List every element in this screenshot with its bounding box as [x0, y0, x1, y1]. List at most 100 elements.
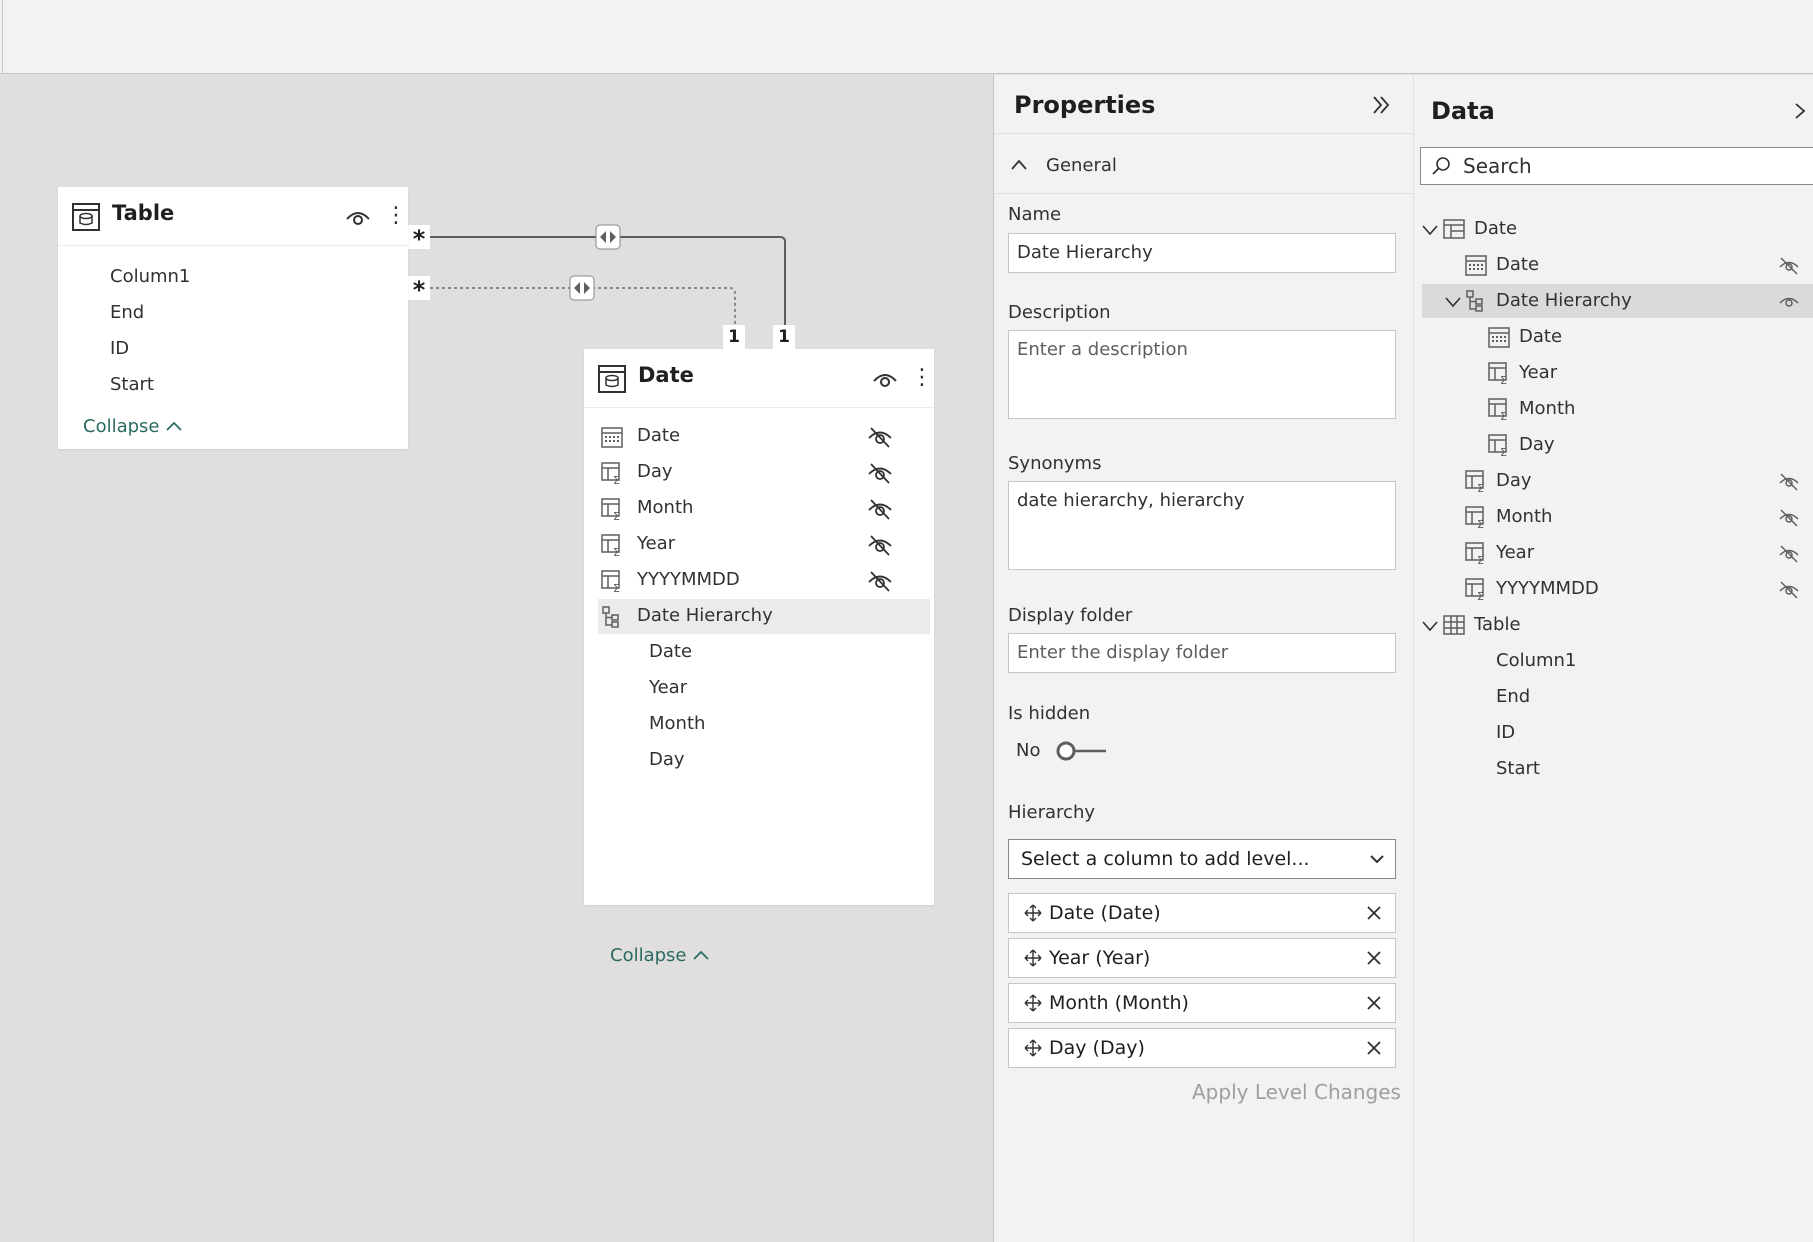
hierarchy-level-item[interactable]: Month (Month) — [1008, 983, 1396, 1023]
apply-level-changes-button[interactable]: Apply Level Changes — [1192, 1080, 1401, 1104]
hidden-eye-icon — [1779, 473, 1799, 491]
synonyms-input[interactable]: date hierarchy, hierarchy — [1008, 481, 1396, 570]
field-column1[interactable]: Column1 — [110, 266, 190, 287]
hierarchy-level-day[interactable]: Day — [649, 749, 685, 770]
chevron-up-icon — [693, 950, 709, 960]
search-placeholder: Search — [1463, 154, 1532, 178]
hierarchy-level-item[interactable]: Date (Date) — [1008, 893, 1396, 933]
hierarchy-level-label: Date (Date) — [1049, 902, 1161, 924]
date-card-title: Date — [638, 363, 694, 387]
svg-text:Σ: Σ — [1500, 410, 1507, 421]
name-label: Name — [1008, 204, 1062, 225]
date-card[interactable]: Date ⋮ Date Σ Day Σ Month Σ Year Σ YYYYM… — [584, 349, 934, 966]
eye-icon[interactable] — [1778, 292, 1800, 312]
eye-icon[interactable] — [872, 369, 898, 391]
tree-field-yyyymmdd[interactable]: YYYYMMDD — [1496, 578, 1599, 599]
eye-icon[interactable] — [345, 207, 371, 229]
field-date[interactable]: Date — [637, 425, 680, 446]
name-input[interactable]: Date Hierarchy — [1008, 233, 1396, 273]
is-hidden-toggle[interactable] — [1056, 739, 1108, 763]
field-id[interactable]: ID — [110, 338, 129, 359]
tree-level-day[interactable]: Day — [1519, 434, 1555, 455]
tree-field-end[interactable]: End — [1496, 686, 1530, 707]
tree-field-day[interactable]: Day — [1496, 470, 1532, 491]
collapse-pane-icon[interactable] — [1369, 93, 1393, 117]
chevron-down-icon[interactable] — [1421, 221, 1439, 239]
hierarchy-level-year[interactable]: Year — [649, 677, 687, 698]
tree-field-column1[interactable]: Column1 — [1496, 650, 1576, 671]
chevron-down-icon[interactable] — [1444, 293, 1462, 311]
move-icon[interactable] — [1023, 1038, 1043, 1058]
collapse-button[interactable]: Collapse — [610, 945, 710, 966]
chevron-down-icon[interactable] — [1421, 617, 1439, 635]
svg-text:Σ: Σ — [1500, 446, 1507, 457]
calculated-column-icon: Σ — [601, 534, 620, 557]
calculated-column-icon: Σ — [601, 570, 620, 593]
calendar-icon — [1465, 255, 1487, 276]
svg-text:Σ: Σ — [613, 474, 620, 485]
tree-field-year[interactable]: Year — [1496, 542, 1534, 563]
add-level-dropdown[interactable]: Select a column to add level... — [1008, 839, 1396, 879]
hidden-eye-icon — [868, 499, 892, 520]
crossfilter-bidirectional-icon — [569, 275, 595, 301]
close-icon[interactable] — [1365, 994, 1383, 1012]
display-folder-input[interactable]: Enter the display folder — [1008, 633, 1396, 673]
synonyms-label: Synonyms — [1008, 453, 1102, 474]
hierarchy-level-date[interactable]: Date — [649, 641, 692, 662]
tree-level-date[interactable]: Date — [1519, 326, 1562, 347]
tree-field-date-hierarchy[interactable]: Date Hierarchy — [1496, 290, 1632, 311]
close-icon[interactable] — [1365, 949, 1383, 967]
date-card-header[interactable]: Date ⋮ — [584, 349, 934, 408]
data-pane: Data Search Date Date Date Hierarchy Dat… — [1413, 75, 1813, 1242]
move-icon[interactable] — [1023, 993, 1043, 1013]
calendar-icon — [601, 427, 623, 448]
hidden-eye-icon — [868, 571, 892, 592]
cardinality-many-marker: * — [408, 225, 430, 253]
section-general[interactable]: General — [1046, 155, 1117, 176]
field-month[interactable]: Month — [637, 497, 693, 518]
field-start[interactable]: Start — [110, 374, 154, 395]
model-canvas[interactable]: * * 1 1 Table ⋮ Column1 End ID Start Col… — [0, 75, 993, 1242]
calculated-column-icon: Σ — [1488, 362, 1507, 385]
calculated-column-icon: Σ — [1488, 434, 1507, 457]
table-card[interactable]: Table ⋮ Column1 End ID Start Collapse — [58, 187, 408, 449]
tree-level-year[interactable]: Year — [1519, 362, 1557, 383]
table-icon — [598, 365, 626, 393]
collapse-button[interactable]: Collapse — [83, 416, 183, 437]
search-input[interactable]: Search — [1420, 147, 1813, 185]
is-hidden-value: No — [1016, 740, 1041, 761]
tree-level-month[interactable]: Month — [1519, 398, 1575, 419]
calculated-column-icon: Σ — [1488, 398, 1507, 421]
move-icon[interactable] — [1023, 948, 1043, 968]
chevron-up-icon[interactable] — [1009, 155, 1029, 175]
hierarchy-level-label: Day (Day) — [1049, 1037, 1145, 1059]
collapse-pane-icon[interactable] — [1790, 101, 1810, 121]
collapse-label: Collapse — [610, 945, 687, 966]
hidden-eye-icon — [1779, 581, 1799, 599]
move-icon[interactable] — [1023, 903, 1043, 923]
hierarchy-level-month[interactable]: Month — [649, 713, 705, 734]
field-yyyymmdd[interactable]: YYYYMMDD — [637, 569, 740, 590]
close-icon[interactable] — [1365, 1039, 1383, 1057]
field-date-hierarchy[interactable]: Date Hierarchy — [637, 605, 773, 626]
add-level-dropdown-value: Select a column to add level... — [1021, 848, 1310, 870]
calculated-column-icon: Σ — [601, 498, 620, 521]
tree-table-table[interactable]: Table — [1474, 614, 1521, 635]
table-icon — [72, 203, 100, 231]
description-input[interactable]: Enter a description — [1008, 330, 1396, 419]
tree-field-id[interactable]: ID — [1496, 722, 1515, 743]
field-year[interactable]: Year — [637, 533, 675, 554]
more-options-icon[interactable]: ⋮ — [385, 205, 407, 229]
hierarchy-level-item[interactable]: Day (Day) — [1008, 1028, 1396, 1068]
field-end[interactable]: End — [110, 302, 144, 323]
hierarchy-level-item[interactable]: Year (Year) — [1008, 938, 1396, 978]
tree-table-date[interactable]: Date — [1474, 218, 1517, 239]
tree-field-month[interactable]: Month — [1496, 506, 1552, 527]
tree-field-date[interactable]: Date — [1496, 254, 1539, 275]
field-day[interactable]: Day — [637, 461, 673, 482]
close-icon[interactable] — [1365, 904, 1383, 922]
hierarchy-level-label: Year (Year) — [1049, 947, 1151, 969]
more-options-icon[interactable]: ⋮ — [911, 367, 933, 391]
table-card-header[interactable]: Table ⋮ — [58, 187, 408, 246]
tree-field-start[interactable]: Start — [1496, 758, 1540, 779]
